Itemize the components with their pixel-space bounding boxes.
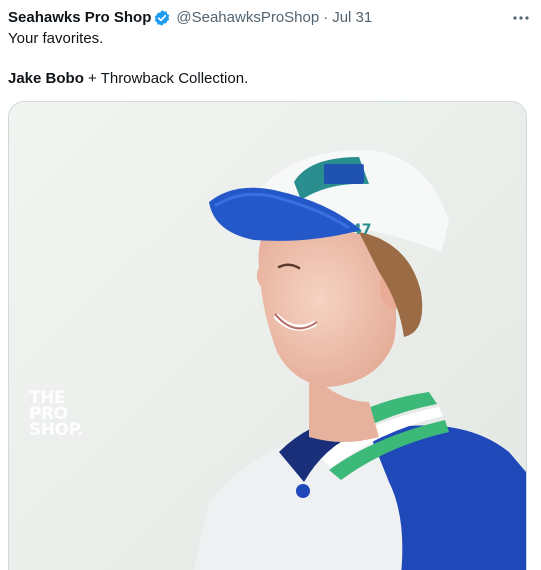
watermark-line-3: SHOP. (29, 420, 84, 440)
collection-text: + Throwback Collection. (83, 70, 249, 87)
display-name[interactable]: Seahawks Pro Shop (8, 8, 151, 28)
pro-shop-watermark: THE PRO SHOP. (29, 390, 84, 440)
verified-badge-icon (153, 9, 171, 27)
tweet-media-image[interactable]: 47 THE PRO SHOP. (8, 101, 527, 570)
tweet-header: Seahawks Pro Shop @SeahawksProShop · Jul… (8, 8, 533, 28)
user-handle[interactable]: @SeahawksProShop (176, 8, 319, 28)
player-name: Jake Bobo (8, 70, 84, 87)
tweet-text-line-2: Jake Bobo + Throwback Collection. (8, 69, 248, 89)
header-separator: · (323, 9, 329, 26)
tweet-text-line-1: Your favorites. (8, 30, 104, 47)
tweet-date[interactable]: Jul 31 (332, 8, 372, 28)
player-photo: 47 (9, 102, 526, 570)
tweet: Seahawks Pro Shop @SeahawksProShop · Jul… (0, 0, 541, 570)
more-options-icon[interactable] (509, 8, 533, 28)
